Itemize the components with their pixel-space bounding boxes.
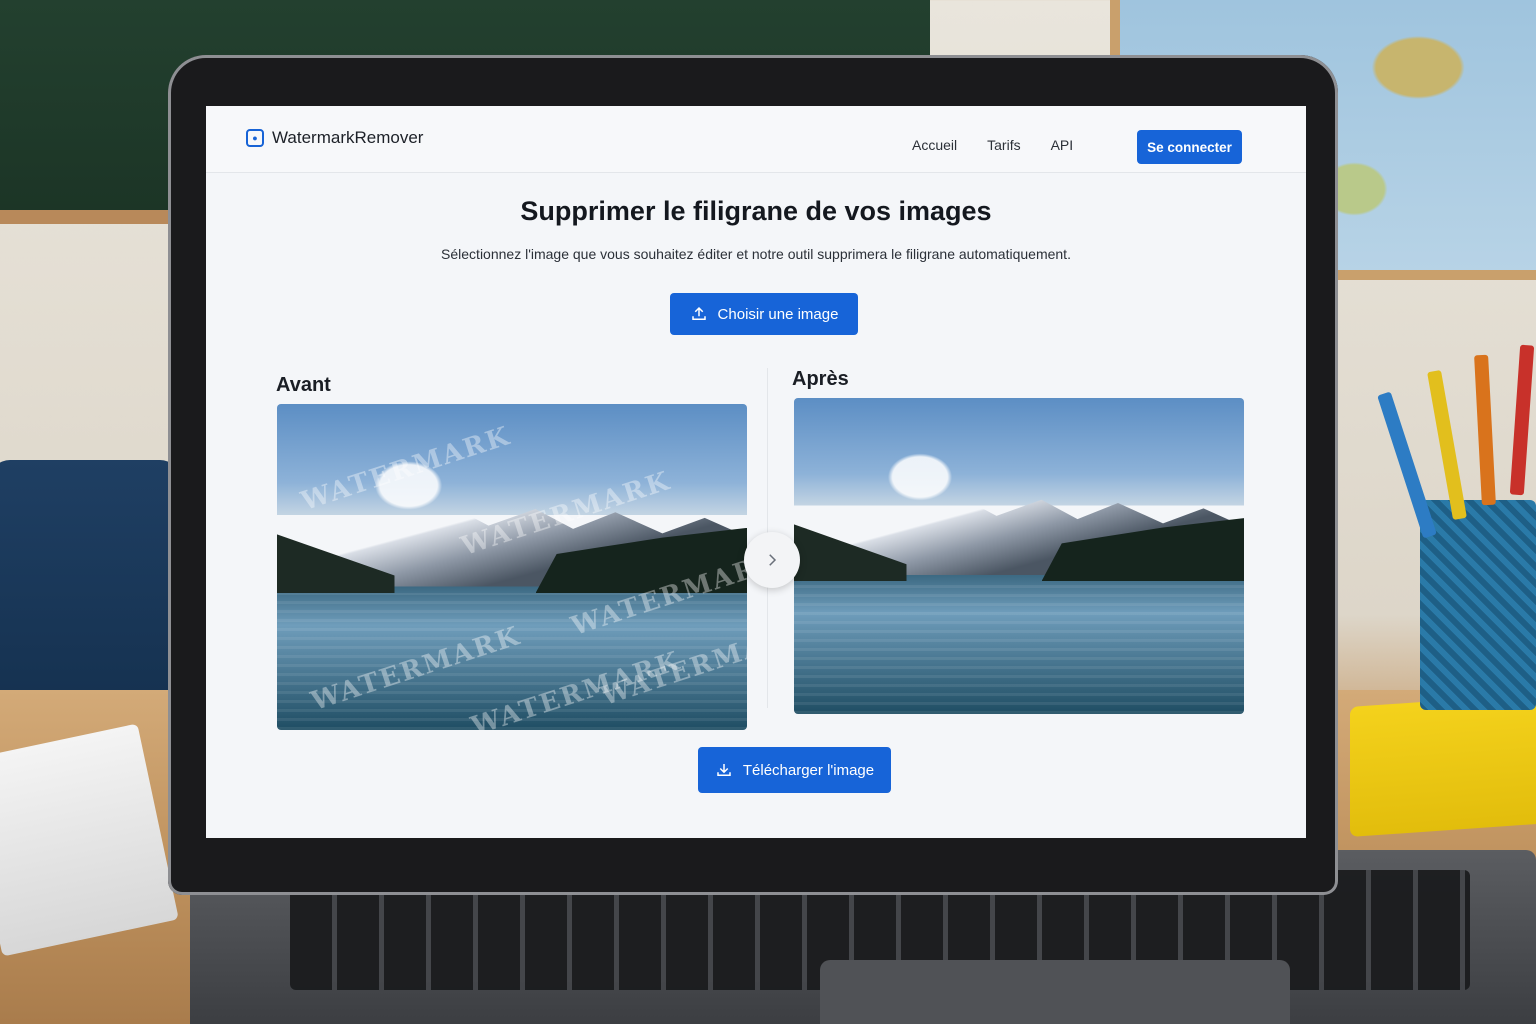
login-button[interactable]: Se connecter [1137,130,1242,164]
choose-image-button[interactable]: Choisir une image [670,293,858,335]
background-pencil-cup [1420,500,1536,710]
lake-reflection [794,581,1244,714]
nav-link-tarifs[interactable]: Tarifs [987,137,1020,153]
laptop-trackpad [820,960,1290,1024]
before-label: Avant [276,374,331,396]
nav-links: Accueil Tarifs API [912,137,1073,153]
chevron-right-icon [769,554,777,566]
nav-link-api[interactable]: API [1051,137,1074,153]
after-image [794,398,1244,714]
brand[interactable]: ● WatermarkRemover [246,128,423,148]
download-button[interactable]: Télécharger l'image [698,747,891,793]
brand-name: WatermarkRemover [272,128,424,147]
background-pencil [1509,344,1535,496]
upload-icon [691,306,706,320]
background-yellow-book [1350,693,1536,837]
watermark-text: WATERMARK [297,421,515,517]
before-image: WATERMARK WATERMARK WATERMARK WATERMARK … [277,404,747,730]
page-subtitle: Sélectionnez l'image que vous souhaitez … [441,246,1071,262]
after-label: Après [792,368,849,390]
laptop-screen: ● WatermarkRemover Accueil Tarifs API Se… [206,106,1306,838]
compare-slider-handle[interactable] [744,532,800,588]
watermark-drop-icon: ● [246,129,264,147]
download-label: Télécharger l'image [742,761,875,779]
top-navigation: ● WatermarkRemover Accueil Tarifs API Se… [206,106,1306,173]
background-pencil [1474,354,1496,506]
page-title: Supprimer le filigrane de vos images [520,196,992,226]
choose-image-label: Choisir une image [717,305,839,323]
background-pencil [1377,391,1437,539]
background-pencil [1427,369,1467,521]
download-icon [717,764,731,776]
nav-link-accueil[interactable]: Accueil [912,137,957,153]
